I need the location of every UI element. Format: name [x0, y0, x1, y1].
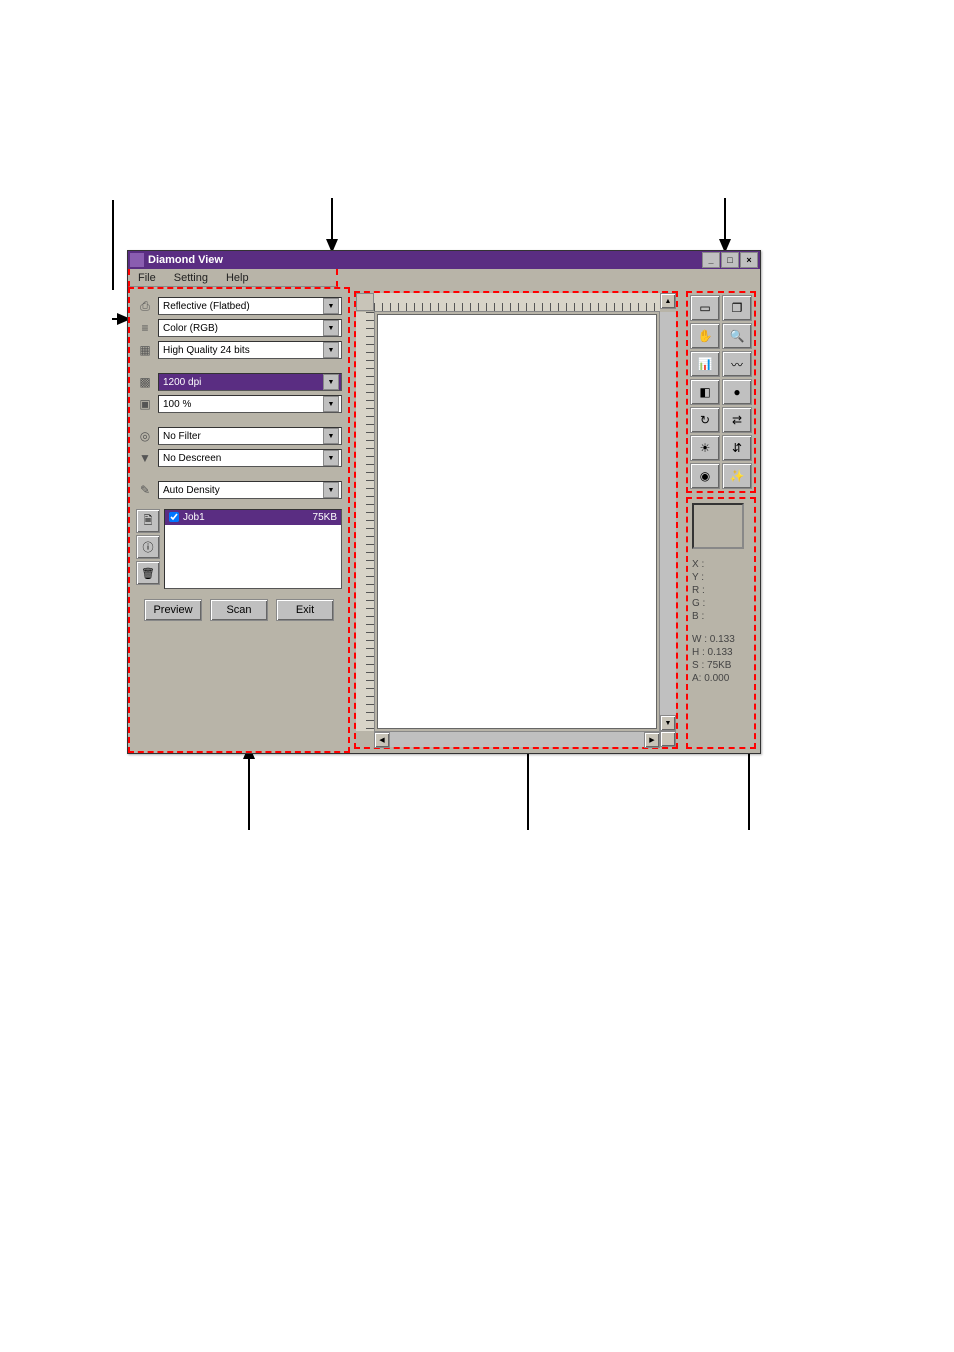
- info-y: Y :: [692, 572, 750, 583]
- curves-tool[interactable]: 〰: [722, 351, 752, 377]
- window-title: Diamond View: [148, 254, 223, 266]
- chevron-down-icon[interactable]: ▼: [323, 320, 339, 336]
- quality-icon: ▦: [136, 341, 154, 359]
- color-swatch: [692, 503, 744, 549]
- hue-tool[interactable]: ◉: [690, 463, 720, 489]
- exit-button[interactable]: Exit: [276, 599, 334, 621]
- zoom-tool[interactable]: 🔍: [722, 323, 752, 349]
- selection-tool[interactable]: ▭: [690, 295, 720, 321]
- descreen-select[interactable]: No Descreen ▼: [158, 449, 342, 467]
- filter-select[interactable]: No Filter ▼: [158, 427, 342, 445]
- chevron-down-icon[interactable]: ▼: [323, 342, 339, 358]
- chevron-down-icon[interactable]: ▼: [323, 450, 339, 466]
- close-button[interactable]: ×: [740, 252, 758, 268]
- descreen-icon: ▼: [136, 449, 154, 467]
- info-s: S : 75KB: [692, 660, 750, 671]
- chevron-down-icon[interactable]: ▼: [323, 482, 339, 498]
- app-window: Diamond View _ □ × File Setting Help ⎙ R…: [127, 250, 761, 754]
- info-x: X :: [692, 559, 750, 570]
- ruler-vertical: [356, 312, 375, 731]
- histogram-tool[interactable]: 📊: [690, 351, 720, 377]
- tone-tool[interactable]: ◧: [690, 379, 720, 405]
- scroll-up-button[interactable]: ▲: [660, 293, 676, 309]
- density-value: Auto Density: [163, 485, 220, 496]
- preview-button[interactable]: Preview: [144, 599, 202, 621]
- colormode-icon: ≡: [136, 319, 154, 337]
- scan-button[interactable]: Scan: [210, 599, 268, 621]
- scan-canvas[interactable]: [377, 314, 657, 729]
- duplicate-tool[interactable]: ❐: [722, 295, 752, 321]
- tools-panel: ▭ ❐ ✋ 🔍 📊 〰 ◧ ● ↻ ⇄ ☀ ⇵ ◉ ✨ X : Y : R :: [682, 287, 760, 753]
- minimize-button[interactable]: _: [702, 252, 720, 268]
- job-item[interactable]: Job1 75KB: [165, 510, 341, 525]
- scroll-left-button[interactable]: ◀: [374, 732, 390, 748]
- brightness-tool[interactable]: ☀: [690, 435, 720, 461]
- job-name: Job1: [183, 512, 205, 523]
- info-a: A: 0.000: [692, 673, 750, 684]
- settings-panel: ⎙ Reflective (Flatbed) ▼ ≡ Color (RGB) ▼…: [128, 287, 350, 753]
- chevron-down-icon[interactable]: ▼: [323, 298, 339, 314]
- menu-help[interactable]: Help: [226, 272, 249, 284]
- job-size: 75KB: [313, 512, 337, 523]
- resolution-select[interactable]: 1200 dpi ▼: [158, 373, 342, 391]
- job-checkbox[interactable]: [169, 512, 179, 522]
- titlebar: Diamond View _ □ ×: [128, 251, 760, 269]
- resolution-icon: ▩: [136, 373, 154, 391]
- levels-tool[interactable]: ⇵: [722, 435, 752, 461]
- menu-file[interactable]: File: [138, 272, 156, 284]
- chevron-down-icon[interactable]: ▼: [323, 374, 339, 390]
- jobs-list[interactable]: Job1 75KB: [164, 509, 342, 589]
- info-panel: X : Y : R : G : B : W : 0.133 H : 0.133 …: [686, 497, 756, 749]
- maximize-button[interactable]: □: [721, 252, 739, 268]
- color-tool[interactable]: ●: [722, 379, 752, 405]
- wizard-tool[interactable]: ✨: [722, 463, 752, 489]
- jobs-area: 🗎 ⓘ 🗑 Job1 75KB: [136, 509, 342, 589]
- quality-value: High Quality 24 bits: [163, 345, 250, 356]
- job-info-button[interactable]: ⓘ: [136, 535, 160, 559]
- scroll-right-button[interactable]: ▶: [644, 732, 660, 748]
- density-icon: ✎: [136, 481, 154, 499]
- menu-setting[interactable]: Setting: [174, 272, 208, 284]
- rotate-tool[interactable]: ↻: [690, 407, 720, 433]
- colormode-value: Color (RGB): [163, 323, 218, 334]
- flip-tool[interactable]: ⇄: [722, 407, 752, 433]
- scale-icon: ▣: [136, 395, 154, 413]
- scroll-down-button[interactable]: ▼: [660, 715, 676, 731]
- filter-value: No Filter: [163, 431, 201, 442]
- callout-arrow: [331, 198, 333, 258]
- chevron-down-icon[interactable]: ▼: [323, 428, 339, 444]
- scrollbar-corner: [660, 731, 676, 747]
- callout-line: [112, 200, 114, 290]
- info-g: G :: [692, 598, 750, 609]
- tool-grid: ▭ ❐ ✋ 🔍 📊 〰 ◧ ● ↻ ⇄ ☀ ⇵ ◉ ✨: [686, 291, 756, 493]
- source-select[interactable]: Reflective (Flatbed) ▼: [158, 297, 342, 315]
- info-r: R :: [692, 585, 750, 596]
- scrollbar-horizontal[interactable]: ◀ ▶: [374, 731, 660, 747]
- hand-tool[interactable]: ✋: [690, 323, 720, 349]
- scale-select[interactable]: 100 % ▼: [158, 395, 342, 413]
- scrollbar-vertical[interactable]: ▼: [659, 312, 676, 731]
- filter-icon: ◎: [136, 427, 154, 445]
- ruler-corner: [356, 293, 374, 311]
- menubar: File Setting Help: [128, 269, 338, 287]
- info-w: W : 0.133: [692, 634, 750, 645]
- source-icon: ⎙: [136, 297, 154, 315]
- preview-area: ▲ ▼ ◀ ▶: [354, 291, 678, 749]
- source-value: Reflective (Flatbed): [163, 301, 250, 312]
- colormode-select[interactable]: Color (RGB) ▼: [158, 319, 342, 337]
- scale-value: 100 %: [163, 399, 191, 410]
- density-select[interactable]: Auto Density ▼: [158, 481, 342, 499]
- quality-select[interactable]: High Quality 24 bits ▼: [158, 341, 342, 359]
- new-job-button[interactable]: 🗎: [136, 509, 160, 533]
- info-b: B :: [692, 611, 750, 622]
- descreen-value: No Descreen: [163, 453, 221, 464]
- info-h: H : 0.133: [692, 647, 750, 658]
- resolution-value: 1200 dpi: [163, 377, 201, 388]
- chevron-down-icon[interactable]: ▼: [323, 396, 339, 412]
- app-icon: [130, 253, 144, 267]
- callout-arrow: [724, 198, 726, 258]
- delete-job-button[interactable]: 🗑: [136, 561, 160, 585]
- ruler-horizontal: [374, 293, 660, 312]
